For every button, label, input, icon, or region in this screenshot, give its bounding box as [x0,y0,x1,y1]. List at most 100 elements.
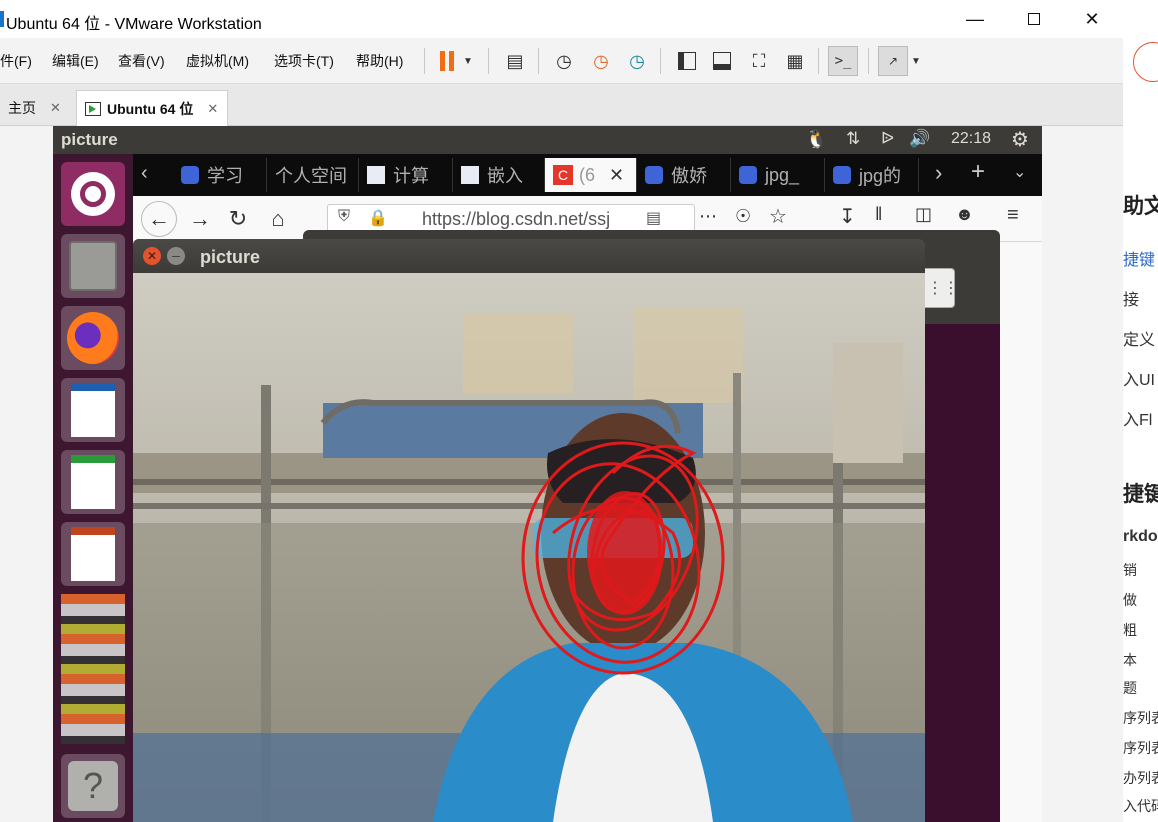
close-icon[interactable]: ✕ [609,165,624,186]
url-text[interactable]: https://blog.csdn.net/ssj [422,209,634,230]
minimize-button[interactable]: — [952,0,998,38]
file-cabinet-icon [69,241,117,291]
tab-scroll-left-icon[interactable]: ‹ [141,162,148,185]
snapshot-manager-button[interactable]: ◷ [622,46,652,76]
browser-tab[interactable]: 个人空间 [267,158,359,192]
pocket-icon[interactable]: ☉ [735,206,751,227]
snapshot-button[interactable]: ◷ [549,46,579,76]
launcher-calc-button[interactable] [61,450,125,514]
settings-gear-icon[interactable]: ⚙ [1011,127,1029,152]
toolbar-separator [488,48,489,74]
shield-icon[interactable]: ⛨ [338,208,350,226]
menu-file[interactable]: 件(F) [0,51,32,71]
launcher-impress-button[interactable] [61,522,125,586]
browser-tab[interactable]: jpg_ [731,158,825,192]
baidu-paw-icon [645,166,663,184]
clock[interactable]: 22:18 [951,130,991,148]
close-icon[interactable]: ✕ [143,247,161,265]
show-library-button[interactable] [672,46,702,76]
menu-view[interactable]: 查看(V) [118,51,165,71]
launcher-stacked-apps[interactable] [61,594,125,744]
tab-scroll-right-icon[interactable]: › [935,160,942,186]
send-ctrl-alt-del-button[interactable]: ▤ [500,46,530,76]
vmware-titlebar: Ubuntu 64 位 - VMware Workstation — ✕ [0,0,1123,38]
page-icon [461,166,479,184]
presentation-icon [71,527,115,581]
bottom-panel-icon [713,52,731,70]
library-icon[interactable]: ‖ [875,204,882,225]
stretch-guest-button[interactable]: ↗ [878,46,908,76]
maximize-icon [1028,13,1040,25]
terminal-icon: >_ [834,53,852,69]
revert-snapshot-button[interactable]: ◷ [586,46,616,76]
console-view-button[interactable]: >_ [828,46,858,76]
maximize-button[interactable] [1011,0,1057,38]
account-icon[interactable]: ☻ [955,204,974,225]
right-panel-item[interactable]: 入Fl [1123,406,1152,430]
browser-tab[interactable]: 学习 [173,158,267,192]
reader-view-icon[interactable]: ▤ [646,208,661,228]
right-panel-item: 粗 [1123,622,1137,638]
orange-circle-button[interactable] [1133,42,1158,82]
right-panel-item[interactable]: 接 [1123,286,1139,310]
right-panel-heading: 捷键 [1123,483,1158,506]
baidu-paw-icon [833,166,851,184]
reload-button[interactable]: ↻ [223,204,253,234]
spreadsheet-icon [71,455,115,509]
launcher-firefox-button[interactable] [61,306,125,370]
new-tab-button[interactable]: + [971,158,985,186]
browser-tab[interactable]: 傲娇 [637,158,731,192]
pause-dropdown-button[interactable]: ▼ [458,46,478,76]
close-icon[interactable]: ✕ [50,100,61,116]
picture-titlebar[interactable]: ✕ – picture [133,239,925,273]
firefox-tabbar: ‹ 学习 个人空间 计算 嵌入 C (6 ✕ 傲娇 jpg_ jpg的 › + ⌄ [133,154,1042,196]
tab-list-chevron-icon[interactable]: ⌄ [1013,162,1026,182]
right-panel-heading: 助文 [1123,195,1158,218]
launcher-writer-button[interactable] [61,378,125,442]
home-button[interactable]: ⌂ [263,204,293,234]
right-panel-item: 本 [1123,652,1137,668]
active-window-title: picture [61,130,118,149]
stacked-app-icons [61,594,125,744]
page-actions-icon[interactable]: ⋯ [699,206,717,227]
network-computer-icon: ▤ [506,50,524,71]
picture-window[interactable]: ✕ – picture [133,239,925,822]
minimize-icon[interactable]: – [167,247,185,265]
launcher-help-button[interactable]: ? [61,754,125,818]
vmware-tabbar: 主页 ✕ Ubuntu 64 位 ✕ [0,84,1123,126]
back-button[interactable]: ← [141,201,177,237]
launcher-ubuntu-button[interactable] [61,162,125,226]
thumbnail-bar-button[interactable] [707,46,737,76]
tab-home[interactable]: 主页 ✕ [0,90,70,126]
sidebar-toggle-icon[interactable]: ◫ [915,204,932,225]
unity-button[interactable]: ▦ [780,46,810,76]
right-panel-item: 入代码 [1123,798,1158,814]
browser-tab[interactable]: 嵌入 [453,158,545,192]
right-panel-item[interactable]: 定义 [1123,326,1155,350]
volume-icon[interactable]: 🔊 [909,129,930,149]
menu-edit[interactable]: 编辑(E) [52,51,99,71]
stretch-dropdown-button[interactable]: ▼ [906,46,926,76]
toolbar-separator [424,48,425,74]
launcher-files-button[interactable] [61,234,125,298]
bluetooth-icon[interactable]: ᐉ [881,129,894,149]
right-panel-link[interactable]: 捷键 [1123,246,1155,270]
menu-vm[interactable]: 虚拟机(M) [186,51,249,71]
network-icon[interactable]: ⇅ [846,129,860,149]
download-icon[interactable]: ↧ [839,204,856,229]
tab-ubuntu[interactable]: Ubuntu 64 位 ✕ [76,90,228,126]
menu-help[interactable]: 帮助(H) [356,51,403,71]
menu-hamburger-icon[interactable]: ≡ [1007,204,1019,227]
right-panel-item[interactable]: 入UI [1123,366,1155,390]
bookmark-star-icon[interactable]: ☆ [769,204,787,229]
close-icon[interactable]: ✕ [207,101,218,117]
penguin-indicator-icon[interactable]: 🐧 [805,129,827,150]
browser-tab[interactable]: 计算 [359,158,453,192]
full-screen-button[interactable]: ⛶ [744,46,774,76]
vmware-menubar: 件(F) 编辑(E) 查看(V) 虚拟机(M) 选项卡(T) 帮助(H) ▼ ▤… [0,38,1123,84]
close-button[interactable]: ✕ [1069,0,1115,38]
menu-tabs[interactable]: 选项卡(T) [274,51,334,71]
forward-button[interactable]: → [185,204,215,234]
browser-tab-active[interactable]: C (6 ✕ [545,158,637,192]
browser-tab[interactable]: jpg的 [825,158,919,192]
